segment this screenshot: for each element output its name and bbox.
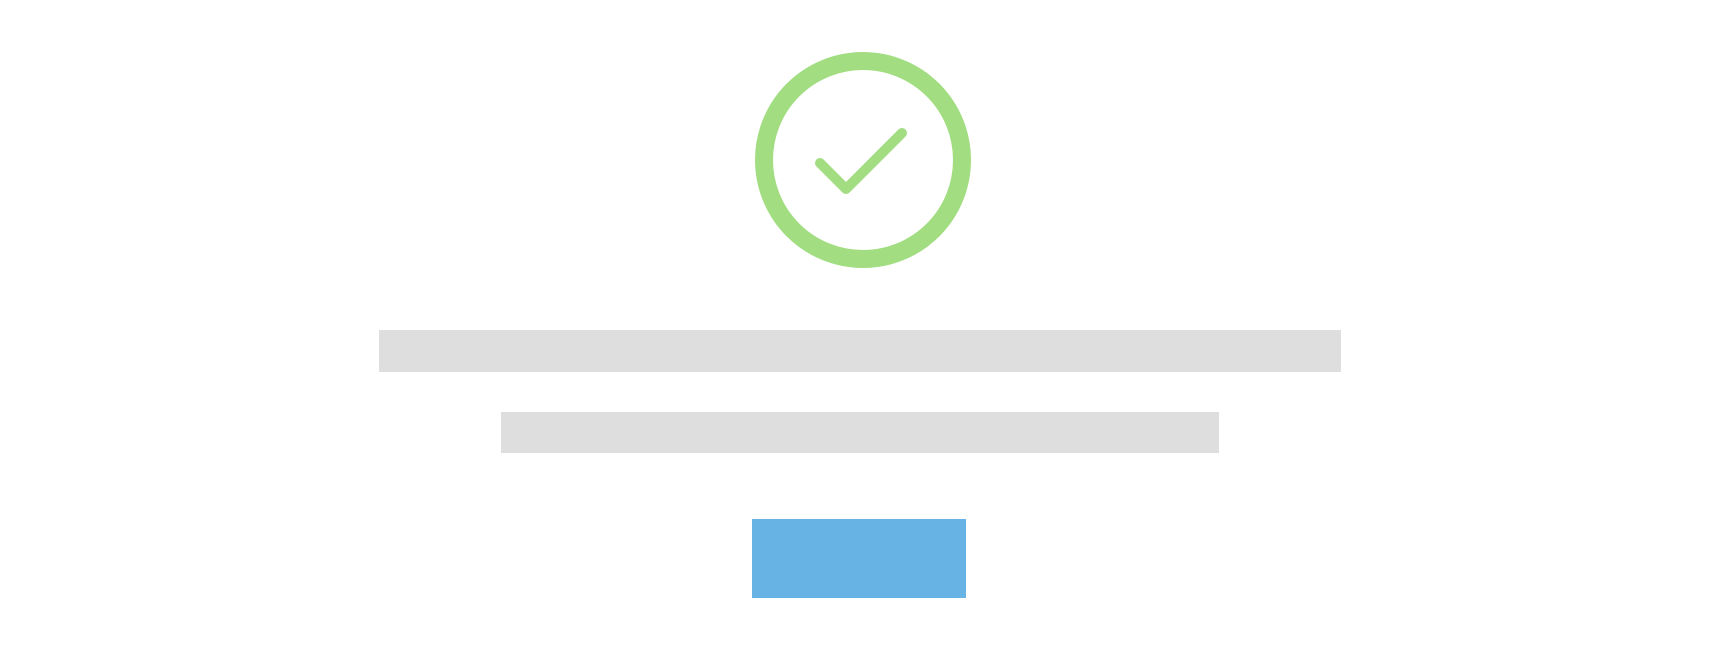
message-placeholder xyxy=(501,412,1219,453)
title-placeholder xyxy=(379,330,1341,372)
check-circle-icon xyxy=(755,52,971,268)
continue-button[interactable] xyxy=(752,519,966,598)
